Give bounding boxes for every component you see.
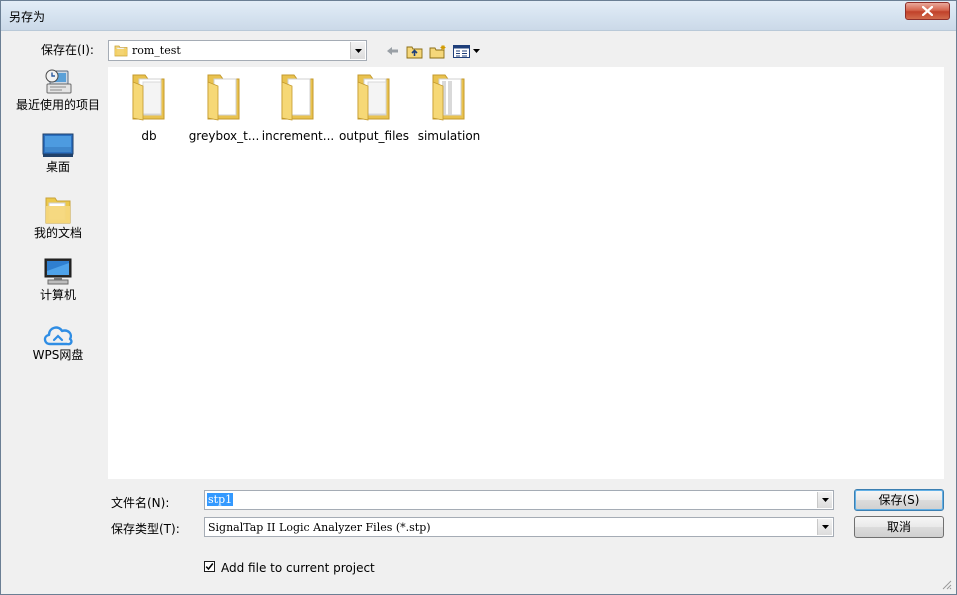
back-arrow-icon (386, 47, 398, 55)
save-as-dialog: 另存为 保存在(I): rom_test 最近使用的项目 桌面 我的文档 计算机… (0, 0, 957, 595)
file-name: db (141, 129, 157, 143)
chevron-down-icon (354, 48, 362, 53)
computer-icon (44, 258, 72, 285)
up-folder-button[interactable] (405, 42, 423, 60)
file-name: greybox_t... (188, 129, 260, 143)
back-button[interactable] (384, 42, 400, 60)
folder-icon (114, 45, 128, 57)
folder-icon (207, 74, 240, 121)
add-to-project-checkbox[interactable] (204, 561, 215, 572)
close-icon (922, 6, 933, 16)
close-button[interactable] (905, 2, 950, 20)
new-folder-button[interactable] (428, 42, 447, 60)
filename-value: stp1 (207, 493, 234, 506)
filetype-label: 保存类型(T): (111, 522, 180, 536)
file-list-pane[interactable]: db greybox_t... increment... output_file… (108, 67, 944, 479)
file-name: increment... (261, 129, 335, 143)
filename-dropdown-button[interactable] (817, 492, 832, 508)
place-label: 我的文档 (33, 226, 82, 240)
view-menu-button[interactable] (452, 42, 481, 60)
save-in-dropdown[interactable]: rom_test (108, 40, 367, 61)
desktop-icon (42, 133, 74, 157)
cloud-icon (43, 326, 73, 346)
title-bar[interactable]: 另存为 (1, 1, 956, 31)
new-folder-icon (429, 44, 445, 58)
file-name: output_files (338, 129, 410, 143)
folder-icon (357, 74, 390, 121)
file-name: simulation (417, 129, 481, 143)
save-button[interactable]: 保存(S) (854, 489, 944, 511)
add-to-project-label: Add file to current project (221, 561, 375, 575)
folder-icon (281, 74, 314, 121)
view-menu-icon (452, 44, 480, 58)
folder-item-db[interactable]: db (111, 72, 187, 143)
save-in-label: 保存在(I): (41, 43, 94, 57)
filetype-dropdown[interactable]: SignalTap II Logic Analyzer Files (*.stp… (204, 517, 834, 537)
save-in-dropdown-button[interactable] (350, 42, 365, 59)
folder-icon (132, 74, 165, 121)
folder-icon (432, 74, 465, 121)
folder-item-increment[interactable]: increment... (260, 72, 336, 143)
filetype-dropdown-button[interactable] (817, 519, 832, 535)
recent-items-icon (45, 69, 72, 94)
place-label: 桌面 (45, 160, 70, 174)
place-label: WPS网盘 (32, 348, 84, 362)
place-label: 计算机 (39, 288, 76, 302)
checkmark-icon (205, 563, 214, 571)
place-label: 最近使用的项目 (15, 98, 100, 112)
documents-folder-icon (45, 197, 71, 224)
place-computer[interactable]: 计算机 (13, 257, 103, 302)
filetype-value: SignalTap II Logic Analyzer Files (*.stp… (208, 521, 431, 534)
up-folder-icon (406, 46, 422, 58)
place-wps-cloud[interactable]: WPS网盘 (13, 321, 103, 362)
folder-item-simulation[interactable]: simulation (411, 72, 487, 143)
folder-item-output-files[interactable]: output_files (336, 72, 412, 143)
folder-item-greybox[interactable]: greybox_t... (186, 72, 262, 143)
chevron-down-icon (821, 498, 829, 502)
place-documents[interactable]: 我的文档 (13, 195, 103, 240)
cancel-button[interactable]: 取消 (854, 516, 944, 538)
window-title: 另存为 (9, 10, 46, 24)
save-in-value: rom_test (132, 44, 181, 57)
place-desktop[interactable]: 桌面 (13, 133, 103, 174)
resize-grip-icon[interactable] (941, 579, 952, 590)
places-bar: 最近使用的项目 桌面 我的文档 计算机 WPS网盘 (13, 67, 103, 487)
filename-label: 文件名(N): (111, 496, 170, 510)
place-recent-items[interactable]: 最近使用的项目 (13, 67, 103, 112)
chevron-down-icon (821, 525, 829, 529)
filename-input[interactable]: stp1 (204, 490, 834, 510)
